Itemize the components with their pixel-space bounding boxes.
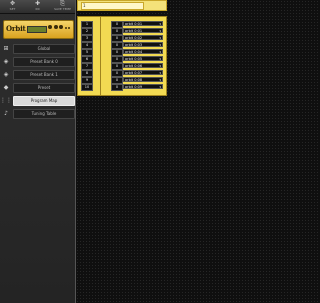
preset-select[interactable]: orbit 0:07 ▾ [123, 70, 163, 75]
gear-icon: ✥ [9, 0, 16, 7]
chevron-down-icon: ▾ [159, 57, 161, 61]
table-row: 10 0 orbit 0:09 ▾ [78, 84, 166, 91]
table-row: 2 0 orbit 0:01 ▾ [78, 28, 166, 35]
program-number-field[interactable]: 6 [81, 56, 93, 63]
preset-select-value: orbit 0:07 [125, 71, 143, 75]
sidebar-item-global[interactable]: ⊞ Global [0, 42, 75, 55]
preset-select-value: orbit 0:02 [125, 36, 143, 40]
table-row: 4 0 orbit 0:03 ▾ [78, 42, 166, 49]
sidebar-item-tuning-table[interactable]: ♪ Tuning Table [0, 107, 75, 120]
settings-label: SET [9, 7, 16, 11]
add-icon: ✚ [34, 0, 41, 7]
sidebar-item-label[interactable]: Preset [13, 82, 75, 93]
preset-select[interactable]: orbit 0:02 ▾ [123, 35, 163, 40]
preset-select-value: orbit 0:01 [125, 29, 143, 33]
preset-icon: ◆ [3, 84, 9, 91]
table-row: 7 0 orbit 0:06 ▾ [78, 63, 166, 70]
global-icon: ⊞ [3, 45, 9, 52]
preset-select-value: orbit 0:09 [125, 85, 143, 89]
chevron-down-icon: ▾ [159, 29, 161, 33]
device-logo: Orbit [3, 20, 74, 39]
sidebar-item-label[interactable]: Tuning Table [13, 108, 75, 119]
title-bar: 1 [77, 0, 167, 11]
chevron-down-icon: ▾ [159, 43, 161, 47]
toolbar: ✥ SET ✚ INI ⎘ SAVE TEMP [0, 0, 75, 14]
preset-select[interactable]: orbit 0:08 ▾ [123, 77, 163, 82]
preset-select[interactable]: orbit 0:04 ▾ [123, 49, 163, 54]
table-row: 5 0 orbit 0:04 ▾ [78, 49, 166, 56]
program-number-field[interactable]: 8 [81, 70, 93, 77]
map-icon: ⋮⋮ [0, 97, 12, 104]
preset-select-value: orbit 0:04 [125, 50, 143, 54]
chevron-down-icon: ▾ [159, 64, 161, 68]
preset-select-value: orbit 0:01 [125, 22, 143, 26]
logo-display [27, 26, 47, 33]
program-number-field[interactable]: 3 [81, 35, 93, 42]
preset-select[interactable]: orbit 0:01 ▾ [123, 28, 163, 33]
preset-select[interactable]: orbit 0:05 ▾ [123, 56, 163, 61]
sidebar-item-label[interactable]: Preset Bank 0 [13, 56, 75, 67]
sidebar-item-program-map[interactable]: ⋮⋮ Program Map [0, 94, 75, 107]
tuning-icon: ♪ [4, 110, 8, 117]
save-icon: ⎘ [60, 0, 65, 7]
sidebar-item-preset-bank-1[interactable]: ◈ Preset Bank 1 [0, 68, 75, 81]
program-number-field[interactable]: 2 [81, 28, 93, 35]
sidebar-item-label[interactable]: Global [13, 43, 75, 54]
bank-number-field[interactable]: 0 [111, 70, 123, 77]
bank-number-field[interactable]: 0 [111, 21, 123, 28]
bank-number-field[interactable]: 0 [111, 42, 123, 49]
program-number-field[interactable]: 1 [81, 21, 93, 28]
sidebar-item-preset-bank-0[interactable]: ◈ Preset Bank 0 [0, 55, 75, 68]
preset-select-value: orbit 0:03 [125, 43, 143, 47]
save-template-label: SAVE TEMP [54, 7, 71, 11]
chevron-down-icon: ▾ [159, 36, 161, 40]
program-number-field[interactable]: 5 [81, 49, 93, 56]
chevron-down-icon: ▾ [159, 85, 161, 89]
bank-number-field[interactable]: 0 [111, 77, 123, 84]
preset-select[interactable]: orbit 0:01 ▾ [123, 21, 163, 26]
preset-select-value: orbit 0:06 [125, 64, 143, 68]
bank-number-field[interactable]: 0 [111, 56, 123, 63]
bank-number-field[interactable]: 0 [111, 84, 123, 91]
program-number-field[interactable]: 4 [81, 42, 93, 49]
logo-dots [48, 25, 70, 29]
program-number-field[interactable]: 10 [81, 84, 93, 91]
program-number-field[interactable]: 9 [81, 77, 93, 84]
preset-select[interactable]: orbit 0:06 ▾ [123, 63, 163, 68]
program-number-field[interactable]: 7 [81, 63, 93, 70]
program-map-panel: 1 0 orbit 0:01 ▾ 2 0 orbit 0:01 ▾ 3 0 orbit 0:02 ▾ 4… [77, 16, 167, 96]
chevron-down-icon: ▾ [159, 71, 161, 75]
left-panel: ✥ SET ✚ INI ⎘ SAVE TEMP Orbit ⊞ Global ◈… [0, 0, 76, 303]
bank-icon: ◈ [3, 58, 9, 65]
bank-icon: ◈ [3, 71, 9, 78]
sidebar-item-label[interactable]: Preset Bank 1 [13, 69, 75, 80]
sidebar-item-label[interactable]: Program Map [13, 95, 75, 106]
preset-select-value: orbit 0:05 [125, 57, 143, 61]
preset-select-value: orbit 0:08 [125, 78, 143, 82]
preset-select[interactable]: orbit 0:09 ▾ [123, 84, 163, 89]
bank-number-field[interactable]: 0 [111, 63, 123, 70]
bank-number-field[interactable]: 0 [111, 28, 123, 35]
sidebar: ⊞ Global ◈ Preset Bank 0 ◈ Preset Bank 1… [0, 42, 75, 120]
chevron-down-icon: ▾ [159, 78, 161, 82]
table-row: 1 0 orbit 0:01 ▾ [78, 21, 166, 28]
settings-button[interactable]: ✥ SET [4, 0, 22, 11]
title-field[interactable]: 1 [81, 2, 144, 10]
chevron-down-icon: ▾ [159, 22, 161, 26]
init-button[interactable]: ✚ INI [29, 0, 47, 11]
table-row: 6 0 orbit 0:05 ▾ [78, 56, 166, 63]
save-template-button[interactable]: ⎘ SAVE TEMP [54, 0, 72, 11]
table-row: 3 0 orbit 0:02 ▾ [78, 35, 166, 42]
init-label: INI [35, 7, 40, 11]
logo-name: Orbit [6, 24, 26, 33]
bank-number-field[interactable]: 0 [111, 49, 123, 56]
table-row: 9 0 orbit 0:08 ▾ [78, 77, 166, 84]
bank-number-field[interactable]: 0 [111, 35, 123, 42]
sidebar-item-preset[interactable]: ◆ Preset [0, 81, 75, 94]
chevron-down-icon: ▾ [159, 50, 161, 54]
preset-select[interactable]: orbit 0:03 ▾ [123, 42, 163, 47]
table-row: 8 0 orbit 0:07 ▾ [78, 70, 166, 77]
